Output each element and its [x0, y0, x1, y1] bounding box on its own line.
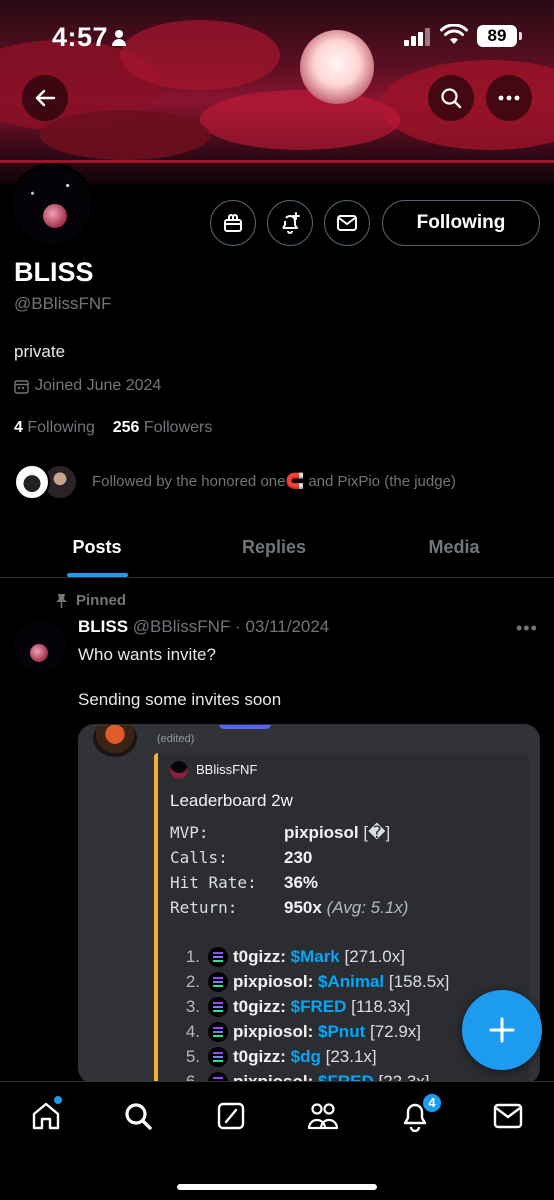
- gift-icon: [224, 214, 242, 232]
- profile-name: BLISS: [14, 257, 94, 287]
- discord-avatar: [93, 725, 137, 757]
- status-bar: 4:57 89: [0, 0, 554, 74]
- embed-author: BBlissFNF: [196, 762, 258, 777]
- battery-indicator: 89: [477, 25, 522, 47]
- subscribe-button[interactable]: [210, 200, 256, 246]
- more-options-button[interactable]: [486, 75, 532, 121]
- search-icon: [125, 1103, 152, 1130]
- edited-label: (edited): [157, 733, 195, 745]
- post-header: BLISS @BBlissFNF · 03/11/2024: [78, 617, 329, 637]
- horizon-line: [0, 160, 554, 163]
- status-time: 4:57: [52, 22, 109, 52]
- notifications-badge: 4: [421, 1092, 443, 1114]
- search-icon: [441, 88, 462, 109]
- cellular-signal-icon: [404, 28, 430, 46]
- leaderboard-row: 2. pixpiosol: $Animal [158.5x]: [185, 972, 450, 992]
- leaderboard-row: 4. pixpiosol: $Pnut [72.9x]: [185, 1022, 422, 1042]
- message-button[interactable]: [324, 200, 370, 246]
- tab-replies[interactable]: Replies: [190, 518, 358, 577]
- post-text-line1: Who wants invite?: [78, 645, 216, 664]
- profile-handle: @BBlissFNF: [14, 294, 112, 313]
- notify-button[interactable]: [267, 200, 313, 246]
- nav-grok[interactable]: [213, 1098, 249, 1134]
- pin-icon: [56, 593, 67, 608]
- solana-icon: [208, 997, 228, 1017]
- bottom-navigation: 4: [0, 1081, 554, 1200]
- back-button[interactable]: [22, 75, 68, 121]
- nav-messages[interactable]: [490, 1098, 526, 1134]
- post-text-line2: Sending some invites soon: [78, 690, 282, 709]
- active-tab-indicator: [67, 573, 128, 577]
- profile-bio: private: [14, 342, 66, 361]
- joined-date: Joined June 2024: [14, 377, 161, 395]
- stat-row: Hit Rate: 36%: [170, 873, 319, 892]
- nav-search[interactable]: [120, 1098, 156, 1134]
- calendar-icon: [14, 379, 29, 394]
- profile-avatar[interactable]: [10, 163, 94, 247]
- solana-icon: [208, 972, 228, 992]
- follow-counts: 4 Following 256 Followers: [14, 419, 212, 437]
- profile-tabs: Posts Replies Media: [0, 518, 554, 578]
- solana-icon: [208, 1022, 228, 1042]
- follower-avatar: [14, 464, 50, 500]
- stat-row: MVP: pixpiosol [�]: [170, 823, 391, 842]
- tab-posts[interactable]: Posts: [14, 518, 180, 577]
- person-icon: [112, 30, 126, 46]
- leaderboard-row: 5. t0gizz: $dg [23.1x]: [185, 1047, 377, 1067]
- wifi-icon: [440, 23, 468, 46]
- grok-icon: [217, 1102, 245, 1130]
- home-unread-dot: [54, 1096, 62, 1104]
- envelope-icon: [337, 215, 357, 231]
- followed-by-row[interactable]: Followed by the honored one🧲 and PixPio …: [14, 462, 544, 502]
- tab-media[interactable]: Media: [370, 518, 538, 577]
- communities-icon: [307, 1103, 339, 1130]
- pinned-indicator: Pinned: [55, 592, 126, 609]
- post-meta: @BBlissFNF · 03/11/2024: [132, 617, 330, 636]
- followers-link[interactable]: 256 Followers: [113, 419, 213, 436]
- compose-post-button[interactable]: [462, 990, 542, 1070]
- role-tag: [219, 725, 271, 729]
- nav-communities[interactable]: [305, 1098, 341, 1134]
- embed-title: Leaderboard 2w: [170, 791, 293, 810]
- envelope-icon: [493, 1103, 523, 1129]
- leaderboard-row: 3. t0gizz: $FRED [118.3x]: [185, 997, 411, 1017]
- home-indicator: [177, 1184, 377, 1190]
- post-author-name[interactable]: BLISS: [78, 617, 128, 636]
- following-button[interactable]: Following: [382, 200, 540, 246]
- post-author-avatar[interactable]: [14, 620, 66, 672]
- more-horizontal-icon: [498, 95, 520, 101]
- embed-author-avatar: [170, 761, 188, 779]
- post-more-button[interactable]: •••: [516, 618, 538, 639]
- stat-row: Calls: 230: [170, 848, 313, 867]
- plus-icon: [489, 1017, 515, 1043]
- solana-icon: [208, 1047, 228, 1067]
- bell-plus-icon: [282, 212, 300, 234]
- home-icon: [32, 1102, 60, 1130]
- search-button[interactable]: [428, 75, 474, 121]
- leaderboard-row: 1. t0gizz: $Mark [271.0x]: [185, 947, 405, 967]
- solana-icon: [208, 947, 228, 967]
- joined-label: Joined June 2024: [35, 377, 162, 394]
- following-link[interactable]: 4 Following: [14, 419, 95, 436]
- arrow-left-icon: [35, 89, 56, 107]
- followed-by-text: Followed by the honored one🧲 and PixPio …: [92, 473, 456, 490]
- stat-row: Return: 950x (Avg: 5.1x): [170, 898, 409, 917]
